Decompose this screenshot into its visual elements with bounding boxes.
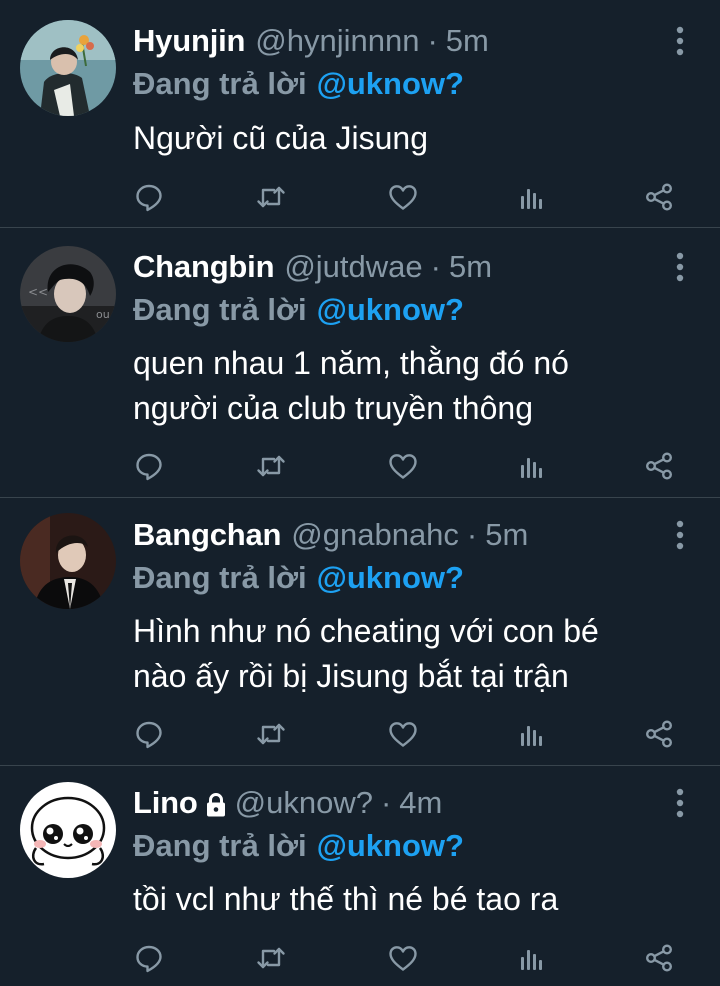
lock-icon — [205, 790, 227, 817]
mention-link[interactable]: @uknow? — [317, 828, 464, 863]
tweet[interactable]: << ou Changbin @jutdwae · 5m Đang trả lờ… — [0, 228, 720, 498]
analytics-icon[interactable] — [515, 718, 547, 750]
tweet-text-line: người của club truyền thông — [133, 390, 533, 426]
avatar[interactable] — [20, 20, 116, 116]
more-vertical-icon[interactable] — [664, 247, 696, 287]
timestamp[interactable]: 5m — [485, 517, 528, 553]
reply-icon[interactable] — [133, 181, 165, 213]
svg-text:<<: << — [28, 285, 48, 299]
user-handle[interactable]: @uknow? — [235, 785, 373, 821]
tweet-header: Hyunjin @hynjinnnn · 5m — [133, 21, 489, 61]
tweet-actions — [133, 942, 693, 978]
separator-dot: · — [430, 249, 441, 284]
tweet-feed: Hyunjin @hynjinnnn · 5m Đang trả lời @ukn… — [0, 0, 720, 986]
replying-to: Đang trả lời @uknow? — [133, 66, 464, 102]
tweet-text-line: tồi vcl như thế thì né bé tao ra — [133, 881, 559, 917]
heart-icon[interactable] — [387, 181, 419, 213]
avatar[interactable] — [20, 513, 116, 609]
tweet-header: Lino @uknow? · 4m — [133, 783, 442, 823]
tweet-text: quen nhau 1 năm, thằng đó nó người của c… — [133, 341, 693, 431]
replying-prefix: Đang trả lời — [133, 828, 307, 863]
tweet-actions — [133, 718, 693, 754]
heart-icon[interactable] — [387, 718, 419, 750]
reply-icon[interactable] — [133, 942, 165, 974]
more-vertical-icon[interactable] — [664, 783, 696, 823]
replying-prefix: Đang trả lời — [133, 560, 307, 595]
reply-icon[interactable] — [133, 450, 165, 482]
share-icon[interactable] — [643, 942, 675, 974]
heart-icon[interactable] — [387, 450, 419, 482]
replying-to: Đang trả lời @uknow? — [133, 560, 464, 596]
tweet[interactable]: Bangchan @gnabnahc · 5m Đang trả lời @ukn… — [0, 498, 720, 766]
mention-link[interactable]: @uknow? — [317, 292, 464, 327]
tweet-text-line: Hình như nó cheating với con bé — [133, 613, 599, 649]
tweet-text: tồi vcl như thế thì né bé tao ra — [133, 877, 693, 922]
replying-prefix: Đang trả lời — [133, 292, 307, 327]
analytics-icon[interactable] — [515, 181, 547, 213]
svg-text:ou: ou — [96, 308, 110, 321]
display-name[interactable]: Lino — [133, 785, 198, 821]
heart-icon[interactable] — [387, 942, 419, 974]
user-handle[interactable]: @hynjinnnn — [255, 23, 419, 59]
reply-icon[interactable] — [133, 718, 165, 750]
tweet-header: Changbin @jutdwae · 5m — [133, 247, 492, 287]
share-icon[interactable] — [643, 718, 675, 750]
retweet-icon[interactable] — [255, 718, 287, 750]
retweet-icon[interactable] — [255, 450, 287, 482]
tweet-text: Hình như nó cheating với con bé nào ấy r… — [133, 609, 693, 699]
timestamp[interactable]: 5m — [446, 23, 489, 59]
separator-dot: · — [466, 517, 478, 552]
display-name[interactable]: Changbin — [133, 249, 275, 285]
tweet-text-line: quen nhau 1 năm, thằng đó nó — [133, 345, 569, 381]
replying-to: Đang trả lời @uknow? — [133, 292, 464, 328]
tweet-text: Người cũ của Jisung — [133, 116, 693, 161]
more-vertical-icon[interactable] — [664, 21, 696, 61]
separator-dot: · — [380, 785, 392, 820]
tweet-actions — [133, 450, 693, 486]
user-handle[interactable]: @jutdwae — [284, 249, 422, 285]
tweet[interactable]: Hyunjin @hynjinnnn · 5m Đang trả lời @ukn… — [0, 0, 720, 228]
separator-dot: · — [427, 23, 438, 58]
tweet-text-line: Người cũ của Jisung — [133, 120, 428, 156]
timestamp[interactable]: 4m — [399, 785, 442, 821]
retweet-icon[interactable] — [255, 942, 287, 974]
tweet[interactable]: Lino @uknow? · 4m Đang trả lời @uknow? tồ… — [0, 766, 720, 986]
mention-link[interactable]: @uknow? — [317, 560, 464, 595]
tweet-actions — [133, 181, 693, 217]
replying-prefix: Đang trả lời — [133, 66, 307, 101]
timestamp[interactable]: 5m — [449, 249, 492, 285]
tweet-text-line: nào ấy rồi bị Jisung bắt tại trận — [133, 658, 569, 694]
mention-link[interactable]: @uknow? — [317, 66, 464, 101]
share-icon[interactable] — [643, 450, 675, 482]
user-handle[interactable]: @gnabnahc — [291, 517, 459, 553]
retweet-icon[interactable] — [255, 181, 287, 213]
avatar[interactable] — [20, 782, 116, 878]
avatar[interactable]: << ou — [20, 246, 116, 342]
display-name[interactable]: Hyunjin — [133, 23, 245, 59]
analytics-icon[interactable] — [515, 450, 547, 482]
share-icon[interactable] — [643, 181, 675, 213]
more-vertical-icon[interactable] — [664, 515, 696, 555]
analytics-icon[interactable] — [515, 942, 547, 974]
replying-to: Đang trả lời @uknow? — [133, 828, 464, 864]
tweet-header: Bangchan @gnabnahc · 5m — [133, 515, 528, 555]
display-name[interactable]: Bangchan — [133, 517, 281, 553]
